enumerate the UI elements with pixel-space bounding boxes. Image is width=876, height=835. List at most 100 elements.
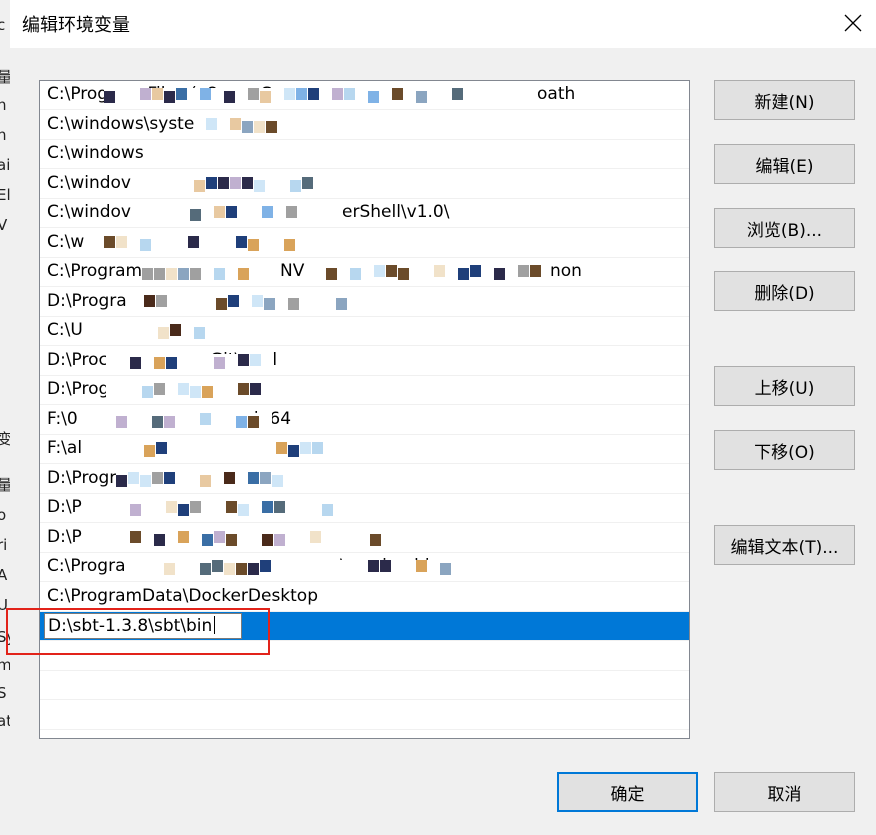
path-entry-text-fragment: NV <box>280 261 305 281</box>
empty-list-row <box>40 642 689 671</box>
redaction-pixel <box>248 415 259 428</box>
path-entry[interactable]: C:\U <box>40 317 689 346</box>
path-entry-edit-input[interactable]: D:\sbt-1.3.8\sbt\bin <box>44 613 242 639</box>
redaction-mask <box>140 560 452 576</box>
path-entry[interactable]: C:\ProgramData\DockerDesktop <box>40 583 689 612</box>
redaction-pixel <box>140 88 151 100</box>
redaction-pixel <box>250 353 261 366</box>
redaction-pixel <box>264 297 275 310</box>
redaction-pixel <box>242 176 253 189</box>
redaction-pixel <box>154 356 165 369</box>
redaction-pixel <box>188 235 199 248</box>
path-entry[interactable]: C:\windov erShell\v1.0\ <box>40 199 689 228</box>
redaction-pixel <box>290 179 301 192</box>
move-up-button[interactable]: 上移(U) <box>714 366 855 406</box>
empty-list-row <box>40 701 689 730</box>
background-text: ri <box>0 536 8 554</box>
path-entry[interactable]: D:\ProcGit\cmd <box>40 347 689 376</box>
redaction-pixel <box>166 268 177 280</box>
redaction-pixel <box>274 533 285 546</box>
redaction-pixel <box>242 120 253 133</box>
redaction-pixel <box>130 504 141 516</box>
redaction-pixel <box>452 88 463 100</box>
path-entry[interactable]: C:\windows <box>40 140 689 169</box>
move-down-button[interactable]: 下移(O) <box>714 430 855 470</box>
path-entry[interactable]: D:\Progr <box>40 465 689 494</box>
redaction-pixel <box>226 501 237 513</box>
redaction-pixel <box>398 268 409 280</box>
path-entries-list[interactable]: C:\Program Files (x8Commeoath C:\windows\… <box>39 80 690 739</box>
edit-button[interactable]: 编辑(E) <box>714 144 855 184</box>
edit-text-button[interactable]: 编辑文本(T)... <box>714 525 855 565</box>
title-bar[interactable]: 编辑环境变量 <box>10 0 876 48</box>
redaction-pixel <box>238 268 249 280</box>
redaction-pixel <box>218 176 229 189</box>
redaction-pixel <box>116 474 127 487</box>
redaction-pixel <box>130 530 141 543</box>
redaction-pixel <box>248 471 259 484</box>
redaction-pixel <box>434 265 445 277</box>
path-entry-text: D:\Proc <box>47 349 108 370</box>
redaction-pixel <box>152 415 163 428</box>
path-entry-text-fragment: oath <box>537 84 576 104</box>
path-entry[interactable]: F:\al <box>40 435 689 464</box>
path-entry-text: C:\windov <box>47 202 131 222</box>
browse-button[interactable]: 浏览(B)... <box>714 208 855 248</box>
background-text: V <box>0 216 7 234</box>
path-entry[interactable]: D:\Prog <box>40 376 689 405</box>
background-text: n <box>0 96 7 114</box>
redaction-pixel <box>156 442 167 454</box>
redaction-pixel <box>214 268 225 280</box>
redaction-pixel <box>200 412 211 425</box>
path-entry[interactable]: C:\Program NV non <box>40 258 689 287</box>
close-button[interactable] <box>830 0 876 46</box>
path-entry[interactable]: C:\windov <box>40 170 689 199</box>
redaction-pixel <box>250 383 261 395</box>
delete-button[interactable]: 删除(D) <box>714 271 855 311</box>
new-button[interactable]: 新建(N) <box>714 80 855 120</box>
path-entry[interactable]: C:\Progra\version-bin <box>40 553 689 582</box>
redaction-pixel <box>248 563 259 575</box>
redaction-pixel <box>368 91 379 103</box>
path-entry-editing[interactable]: D:\sbt-1.3.8\sbt\bin <box>40 612 689 641</box>
redaction-pixel <box>200 474 211 487</box>
redaction-pixel <box>178 383 189 395</box>
redaction-pixel <box>254 179 265 192</box>
redaction-pixel <box>144 294 155 307</box>
redaction-pixel <box>164 415 175 428</box>
redaction-pixel <box>166 501 177 513</box>
path-entry[interactable]: D:\P <box>40 494 689 523</box>
ok-button[interactable]: 确定 <box>557 772 698 812</box>
redaction-pixel <box>164 471 175 484</box>
path-entry[interactable]: F:\0win64 <box>40 406 689 435</box>
redaction-pixel <box>200 88 211 100</box>
redaction-pixel <box>170 324 181 336</box>
redaction-pixel <box>310 530 321 543</box>
redaction-pixel <box>284 88 295 100</box>
redaction-pixel <box>142 386 153 398</box>
redaction-pixel <box>226 206 237 218</box>
redaction-pixel <box>190 386 201 398</box>
path-entry[interactable]: D:\Progra <box>40 288 689 317</box>
redaction-pixel <box>308 88 319 100</box>
redaction-pixel <box>322 504 333 516</box>
redaction-pixel <box>302 176 313 189</box>
redaction-pixel <box>286 206 297 218</box>
path-entry[interactable]: C:\windows\syste <box>40 111 689 140</box>
redaction-pixel <box>154 268 165 280</box>
redaction-pixel <box>224 471 235 484</box>
text-caret <box>214 616 216 634</box>
redaction-pixel <box>274 501 285 513</box>
redaction-pixel <box>236 235 247 248</box>
background-text: c <box>0 16 5 34</box>
cancel-button[interactable]: 取消 <box>714 772 855 812</box>
redaction-pixel <box>392 88 403 100</box>
redaction-pixel <box>202 533 213 546</box>
path-entry-text: C:\Program <box>47 261 143 281</box>
redaction-pixel <box>416 91 427 103</box>
path-entry[interactable]: D:\P <box>40 524 689 553</box>
redaction-pixel <box>236 563 247 575</box>
path-entry[interactable]: C:\w <box>40 229 689 258</box>
path-entry-text-fragment: erShell\v1.0\ <box>342 202 450 222</box>
path-entry[interactable]: C:\Program Files (x8Commeoath <box>40 81 689 110</box>
